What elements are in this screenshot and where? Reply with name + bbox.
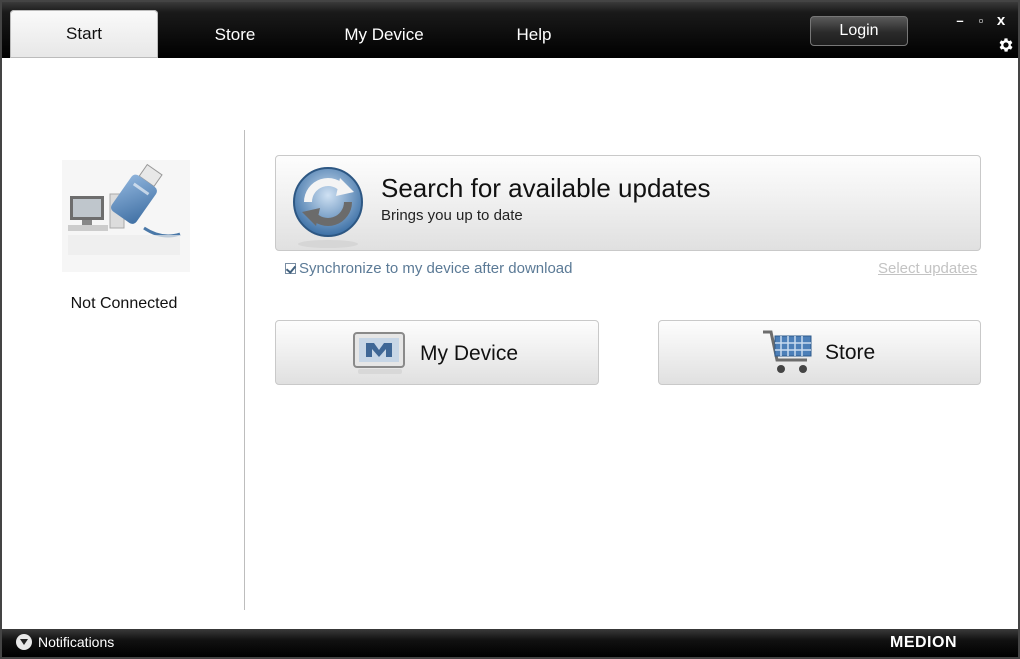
sync-checkbox[interactable] [285,263,296,274]
tab-start[interactable]: Start [10,10,158,58]
connection-status: Not Connected [70,295,178,312]
top-navigation-bar: Start Store My Device Help Login – ▫ x [2,2,1018,58]
tab-store[interactable]: Store [160,12,310,58]
store-button[interactable]: Store [658,320,981,385]
my-device-button[interactable]: My Device [275,320,599,385]
login-button[interactable]: Login [810,16,908,46]
search-updates-subtitle: Brings you up to date [381,207,523,224]
search-updates-title: Search for available updates [381,173,711,203]
maximize-button[interactable]: ▫ [973,12,989,28]
select-updates-link[interactable]: Select updates [878,260,977,277]
minimize-button[interactable]: – [952,12,968,28]
tab-help[interactable]: Help [459,12,609,58]
search-updates-button[interactable]: Search for available updates Brings you … [275,155,981,251]
usb-computer-icon [62,160,190,272]
bottom-bar: Notifications MEDION [2,629,1018,657]
medion-logo: MEDION [890,634,957,651]
refresh-icon [293,167,363,248]
app-window: Start Store My Device Help Login – ▫ x N… [0,0,1020,659]
shopping-cart-icon [763,330,812,373]
chevron-down-icon [16,634,32,650]
sync-checkbox-row[interactable]: Synchronize to my device after download [285,260,572,277]
close-button[interactable]: x [993,12,1009,29]
gear-icon[interactable] [997,36,1015,54]
notifications-label: Notifications [38,634,115,650]
sync-label: Synchronize to my device after download [299,260,573,277]
store-label: Store [825,341,876,364]
tab-my-device[interactable]: My Device [309,12,459,58]
my-device-label: My Device [420,342,519,365]
notifications-toggle[interactable]: Notifications [16,634,114,650]
medion-device-icon [353,332,405,374]
panel-divider [244,130,245,610]
